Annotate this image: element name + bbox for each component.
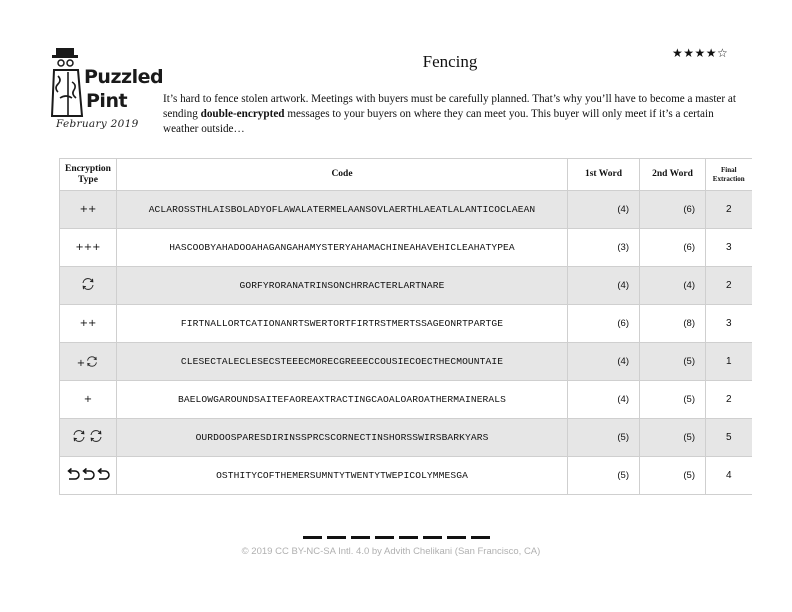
logo-brand-line2: Pint <box>86 90 128 112</box>
table-row: OSTHITYCOFTHEMERSUMNTYTWENTYTWEPICOLYMME… <box>59 456 752 495</box>
encryption-type-cell: ++ <box>59 190 117 229</box>
code-cell: OSTHITYCOFTHEMERSUMNTYTWENTYTWEPICOLYMME… <box>116 456 568 495</box>
encryption-type-cell: + <box>59 342 117 381</box>
answer-blank <box>303 536 322 539</box>
encryption-type-cell: +++ <box>59 228 117 267</box>
second-word-length: (4) <box>639 266 706 305</box>
first-word-length: (4) <box>567 190 640 229</box>
cycle-icon <box>82 278 94 290</box>
answer-blank <box>327 536 346 539</box>
first-word-length: (6) <box>567 304 640 343</box>
first-word-length: (4) <box>567 380 640 419</box>
code-cell: HASCOOBYAHADOOAHAGANGAHAMYSTERYAHAMACHIN… <box>116 228 568 267</box>
final-extraction: 2 <box>705 380 752 419</box>
second-word-length: (8) <box>639 304 706 343</box>
final-extraction: 4 <box>705 456 752 495</box>
puzzle-intro: It’s hard to fence stolen artwork. Meeti… <box>163 92 743 137</box>
second-word-length: (5) <box>639 456 706 495</box>
header-code: Code <box>116 158 568 191</box>
double-cycle-icon <box>73 430 102 442</box>
table-row: OURDOOSPARESDIRINSSPRCSCORNECTINSHORSSWI… <box>59 418 752 457</box>
code-cell: OURDOOSPARESDIRINSSPRCSCORNECTINSHORSSWI… <box>116 418 568 457</box>
first-word-length: (3) <box>567 228 640 267</box>
code-cell: FIRTNALLORTCATIONANRTSWERTORTFIRTRSTMERT… <box>116 304 568 343</box>
final-extraction: 2 <box>705 190 752 229</box>
table-header-row: Encryption Type Code 1st Word 2nd Word F… <box>59 158 752 191</box>
second-word-length: (6) <box>639 190 706 229</box>
final-extraction: 3 <box>705 228 752 267</box>
encryption-type-cell: + <box>59 380 117 419</box>
first-word-length: (4) <box>567 342 640 381</box>
final-extraction: 1 <box>705 342 752 381</box>
puzzled-pint-logo: Puzzled Pint February 2019 <box>50 42 164 134</box>
answer-blank <box>423 536 442 539</box>
answer-blank <box>471 536 490 539</box>
encryption-type-cell <box>59 266 117 305</box>
logo-month: February 2019 <box>56 118 139 130</box>
code-cell: ACLAROSSTHLAISBOLADYOFLAWALATERMELAANSOV… <box>116 190 568 229</box>
table-row: ++ FIRTNALLORTCATIONANRTSWERTORTFIRTRSTM… <box>59 304 752 343</box>
first-word-length: (5) <box>567 456 640 495</box>
second-word-length: (5) <box>639 342 706 381</box>
cycle-icon <box>87 355 97 367</box>
header-second-word: 2nd Word <box>639 158 706 191</box>
table-row: GORFYRORANATRINSONCHRRACTERLARTNARE (4) … <box>59 266 752 305</box>
first-word-length: (5) <box>567 418 640 457</box>
answer-blank <box>351 536 370 539</box>
table-row: + BAELOWGAROUNDSAITEFAOREAXTRACTINGCAOAL… <box>59 380 752 419</box>
puzzle-title: Fencing <box>422 52 478 71</box>
second-word-length: (6) <box>639 228 706 267</box>
header-encryption-type: Encryption Type <box>59 158 117 191</box>
answer-blank <box>375 536 394 539</box>
plus-symbol: + <box>76 357 86 369</box>
final-extraction: 3 <box>705 304 752 343</box>
answer-blanks <box>303 536 495 540</box>
answer-blank <box>447 536 466 539</box>
intro-bold: double-encrypted <box>200 108 285 120</box>
code-cell: BAELOWGAROUNDSAITEFAOREAXTRACTINGCAOALOA… <box>116 380 568 419</box>
header-final-extraction: Final Extraction <box>705 158 752 191</box>
table-row: + CLESECTALECLESECSTEEECMORECGREEECCOUSI… <box>59 342 752 381</box>
encryption-type-cell: ++ <box>59 304 117 343</box>
first-word-length: (4) <box>567 266 640 305</box>
encryption-type-cell <box>59 418 117 457</box>
second-word-length: (5) <box>639 418 706 457</box>
encryption-type-cell <box>59 456 117 495</box>
table-row: +++ HASCOOBYAHADOOAHAGANGAHAMYSTERYAHAMA… <box>59 228 752 267</box>
logo-brand-line1: Puzzled <box>84 66 164 88</box>
final-extraction: 5 <box>705 418 752 457</box>
cipher-table: Encryption Type Code 1st Word 2nd Word F… <box>59 158 752 495</box>
header-first-word: 1st Word <box>567 158 640 191</box>
second-word-length: (5) <box>639 380 706 419</box>
table-row: ++ ACLAROSSTHLAISBOLADYOFLAWALATERMELAAN… <box>59 190 752 229</box>
difficulty-rating: ★★★★☆ <box>672 46 729 60</box>
code-cell: GORFYRORANATRINSONCHRRACTERLARTNARE <box>116 266 568 305</box>
detective-mascot-icon <box>50 48 84 117</box>
triple-undo-icon <box>67 467 110 480</box>
copyright-footer: © 2019 CC BY-NC-SA Intl. 4.0 by Advith C… <box>241 546 541 557</box>
answer-blank <box>399 536 418 539</box>
code-cell: CLESECTALECLESECSTEEECMORECGREEECCOUSIEC… <box>116 342 568 381</box>
final-extraction: 2 <box>705 266 752 305</box>
